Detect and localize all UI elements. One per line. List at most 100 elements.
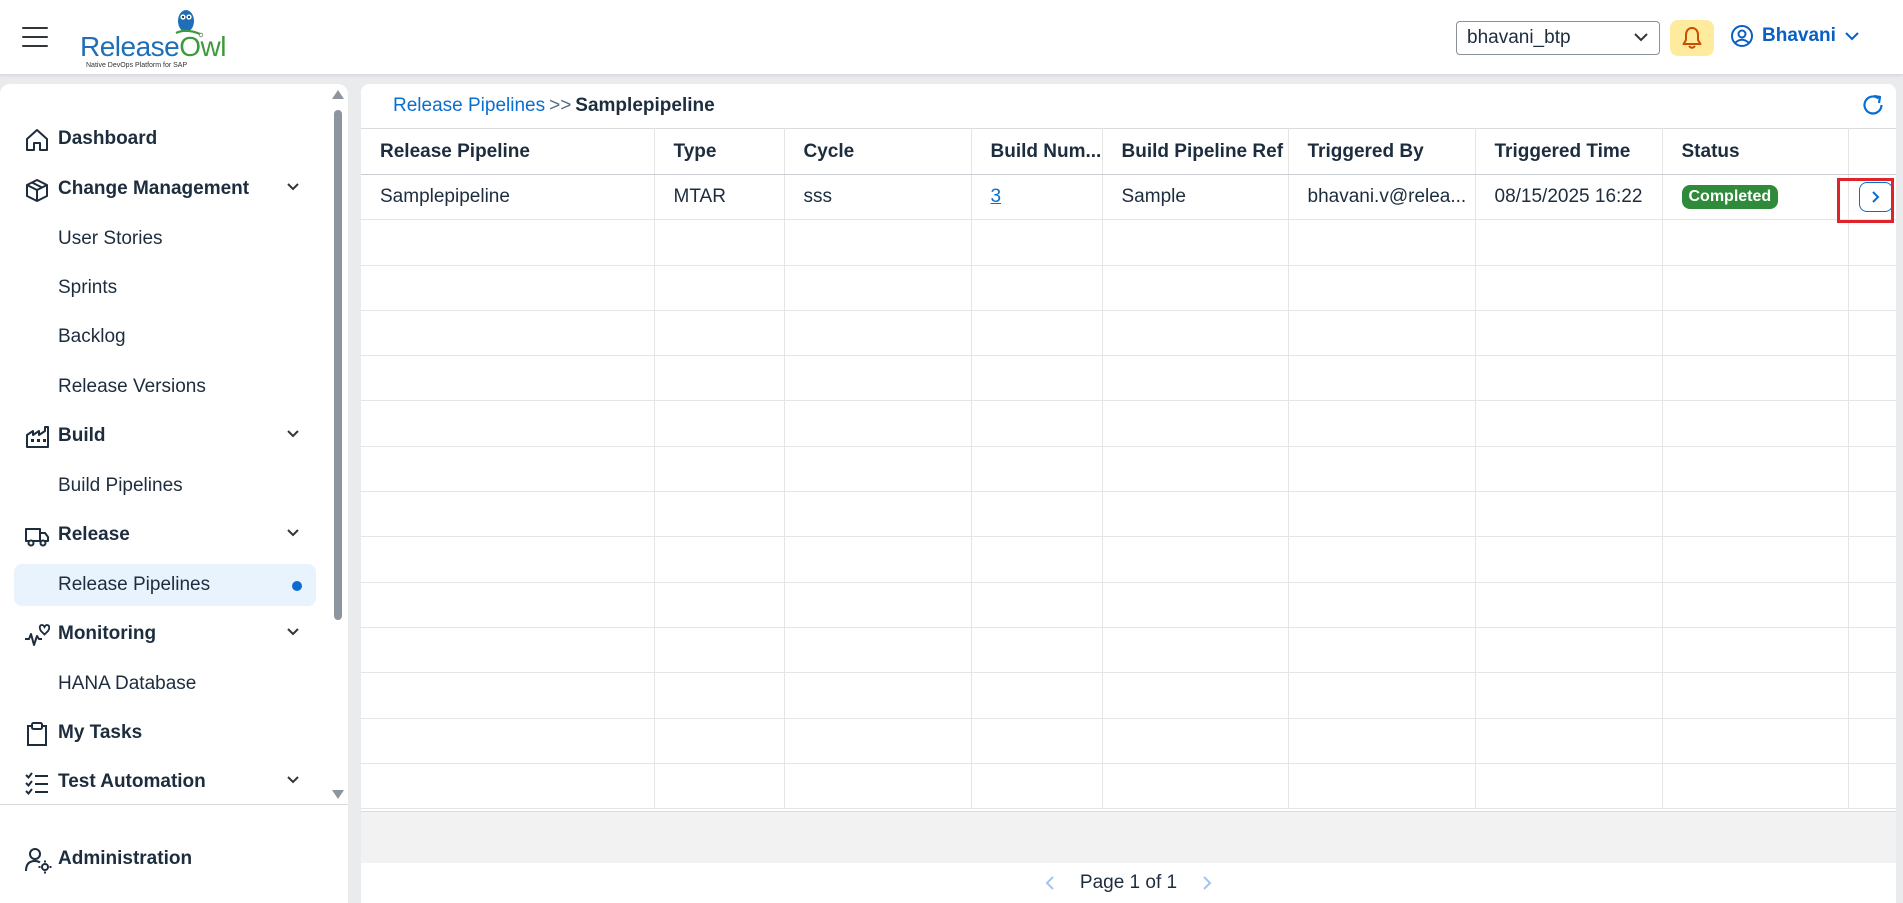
sidebar-divider bbox=[0, 804, 348, 805]
breadcrumb: Release Pipelines >> Samplepipeline bbox=[393, 95, 715, 117]
paginator: Page 1 of 1 bbox=[361, 863, 1896, 903]
column-header-status[interactable]: Status bbox=[1662, 128, 1849, 175]
main-panel: Release Pipelines >> Samplepipeline Releas… bbox=[361, 84, 1896, 903]
sidebar-item-monitoring[interactable]: Monitoring bbox=[14, 613, 316, 655]
user-menu[interactable]: Bhavani bbox=[1730, 24, 1860, 48]
logo-tagline: Native DevOps Platform for SAP bbox=[86, 62, 188, 69]
column-header-triggered-by[interactable]: Triggered By bbox=[1288, 128, 1476, 175]
sidebar-item-label: Backlog bbox=[58, 326, 126, 347]
cell-type: MTAR bbox=[654, 174, 785, 221]
build-number-link[interactable]: 3 bbox=[991, 186, 1002, 207]
table-row-empty bbox=[361, 672, 1896, 719]
sidebar-scrollbar[interactable] bbox=[330, 90, 346, 802]
user-avatar-icon bbox=[1731, 25, 1753, 47]
table-row-empty bbox=[361, 400, 1896, 447]
column-header-triggered-time[interactable]: Triggered Time bbox=[1475, 128, 1663, 175]
release-runs-table: Release Pipeline Type Cycle Build Num...… bbox=[361, 128, 1896, 810]
logo-text: ReleaseOwl bbox=[80, 31, 226, 62]
chevron-down-icon bbox=[1634, 33, 1648, 42]
sidebar-item-user-stories[interactable]: User Stories bbox=[14, 218, 316, 260]
notifications-button[interactable] bbox=[1670, 20, 1714, 56]
sidebar-item-dashboard[interactable]: Dashboard bbox=[14, 118, 316, 160]
sidebar-item-administration[interactable]: Administration bbox=[14, 838, 316, 880]
sidebar-item-release[interactable]: Release bbox=[14, 514, 316, 556]
scrollbar-thumb[interactable] bbox=[334, 110, 342, 620]
cell-build-number: 3 bbox=[971, 174, 1103, 221]
chevron-down-icon bbox=[287, 628, 299, 636]
table-row-empty bbox=[361, 355, 1896, 402]
scroll-up-arrow[interactable] bbox=[332, 90, 344, 99]
status-badge: Completed bbox=[1681, 185, 1779, 210]
table-row-empty bbox=[361, 718, 1896, 764]
tenant-select-value: bhavani_btp bbox=[1467, 27, 1571, 48]
chevron-down-icon bbox=[287, 183, 299, 191]
sidebar-item-label: HANA Database bbox=[58, 673, 197, 694]
bell-icon bbox=[1682, 27, 1702, 49]
table-row[interactable]: Samplepipeline MTAR sss 3 Sample bhavani… bbox=[361, 174, 1896, 221]
package-icon bbox=[26, 179, 48, 202]
sidebar-item-change-management[interactable]: Change Management bbox=[14, 168, 316, 210]
administration-label: Administration bbox=[58, 848, 193, 869]
column-header-cycle[interactable]: Cycle bbox=[784, 128, 972, 175]
page-indicator: Page 1 of 1 bbox=[1079, 872, 1178, 893]
table-row-empty bbox=[361, 582, 1896, 628]
sidebar-item-label: Release Pipelines bbox=[58, 574, 211, 595]
home-icon bbox=[26, 129, 48, 151]
breadcrumb-separator: >> bbox=[549, 95, 572, 116]
top-bar: ReleaseOwl Native DevOps Platform for SA… bbox=[0, 0, 1903, 75]
sidebar-item-sprints[interactable]: Sprints bbox=[14, 267, 316, 309]
release-owl-logo[interactable]: ReleaseOwl Native DevOps Platform for SA… bbox=[80, 6, 226, 70]
cell-release-pipeline: Samplepipeline bbox=[361, 174, 655, 221]
row-detail-button[interactable] bbox=[1858, 182, 1893, 213]
cell-status: Completed bbox=[1662, 174, 1849, 221]
table-footer bbox=[361, 811, 1896, 863]
sidebar-nav: Dashboard Change Management User Stories… bbox=[0, 84, 330, 804]
sidebar-item-label: My Tasks bbox=[58, 722, 143, 743]
column-header-release-pipeline[interactable]: Release Pipeline bbox=[361, 128, 655, 175]
chevron-down-icon bbox=[287, 529, 299, 537]
scroll-down-arrow[interactable] bbox=[332, 790, 344, 799]
chevron-right-icon bbox=[1871, 191, 1879, 203]
column-header-type[interactable]: Type bbox=[654, 128, 785, 175]
checklist-icon bbox=[25, 772, 48, 796]
cell-triggered-time: 08/15/2025 16:22 bbox=[1475, 174, 1663, 221]
sidebar-item-label: Test Automation bbox=[58, 771, 206, 792]
user-settings-icon bbox=[25, 848, 52, 874]
table-row-empty bbox=[361, 265, 1896, 311]
table-header-row: Release Pipeline Type Cycle Build Num...… bbox=[361, 128, 1896, 175]
previous-page-icon[interactable] bbox=[1044, 875, 1056, 891]
cell-actions bbox=[1848, 174, 1896, 221]
table-row-empty bbox=[361, 219, 1896, 266]
sidebar-item-label: Build Pipelines bbox=[58, 475, 183, 496]
sidebar-item-label: User Stories bbox=[58, 228, 163, 249]
sidebar-item-build-pipelines[interactable]: Build Pipelines bbox=[14, 465, 316, 507]
refresh-icon[interactable] bbox=[1860, 92, 1886, 118]
sidebar-item-label: Change Management bbox=[58, 178, 250, 199]
breadcrumb-link-release-pipelines[interactable]: Release Pipelines bbox=[393, 95, 545, 116]
sidebar-item-test-automation[interactable]: Test Automation bbox=[14, 761, 316, 803]
table-row-empty bbox=[361, 627, 1896, 674]
table-row-empty bbox=[361, 446, 1896, 493]
cell-triggered-by: bhavani.v@relea... bbox=[1288, 174, 1476, 221]
sidebar-item-release-versions[interactable]: Release Versions bbox=[14, 366, 316, 408]
sidebar-item-label: Build bbox=[58, 425, 106, 446]
column-header-build-pipeline-ref[interactable]: Build Pipeline Ref bbox=[1102, 128, 1289, 175]
menu-icon[interactable] bbox=[22, 27, 48, 49]
chevron-down-icon bbox=[1845, 32, 1859, 41]
active-indicator bbox=[292, 581, 302, 591]
table-row-empty bbox=[361, 310, 1896, 357]
tenant-select[interactable]: bhavani_btp bbox=[1456, 21, 1660, 55]
clipboard-icon bbox=[27, 722, 47, 746]
sidebar-item-my-tasks[interactable]: My Tasks bbox=[14, 712, 316, 754]
sidebar-item-backlog[interactable]: Backlog bbox=[14, 316, 316, 358]
next-page-icon[interactable] bbox=[1201, 875, 1213, 891]
table-row-empty bbox=[361, 536, 1896, 583]
sidebar-item-release-pipelines[interactable]: Release Pipelines bbox=[14, 564, 316, 606]
sidebar-item-hana-database[interactable]: HANA Database bbox=[14, 663, 316, 705]
sidebar-item-label: Monitoring bbox=[58, 623, 157, 644]
table-row-empty bbox=[361, 491, 1896, 538]
column-header-build-number[interactable]: Build Num... bbox=[971, 128, 1103, 175]
column-header-actions bbox=[1848, 128, 1896, 175]
cell-build-pipeline-ref: Sample bbox=[1102, 174, 1289, 221]
sidebar-item-build[interactable]: Build bbox=[14, 415, 316, 457]
